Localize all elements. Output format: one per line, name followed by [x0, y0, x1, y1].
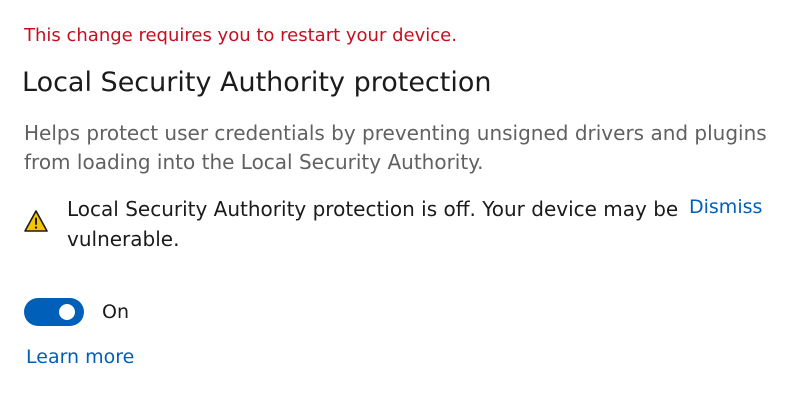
warning-banner: Local Security Authority protection is o…: [22, 194, 782, 256]
toggle-state-label: On: [102, 301, 129, 323]
protection-toggle[interactable]: [24, 298, 84, 326]
setting-description: Helps protect user credentials by preven…: [24, 121, 767, 174]
learn-more-link[interactable]: Learn more: [26, 346, 134, 368]
warning-triangle-icon: [24, 209, 48, 233]
restart-notice: This change requires you to restart your…: [24, 25, 457, 46]
toggle-knob: [59, 304, 75, 320]
warning-message: Local Security Authority protection is o…: [67, 197, 679, 251]
dismiss-link[interactable]: Dismiss: [689, 196, 762, 218]
page-title: Local Security Authority protection: [22, 67, 492, 98]
lsa-protection-panel: This change requires you to restart your…: [0, 0, 805, 402]
